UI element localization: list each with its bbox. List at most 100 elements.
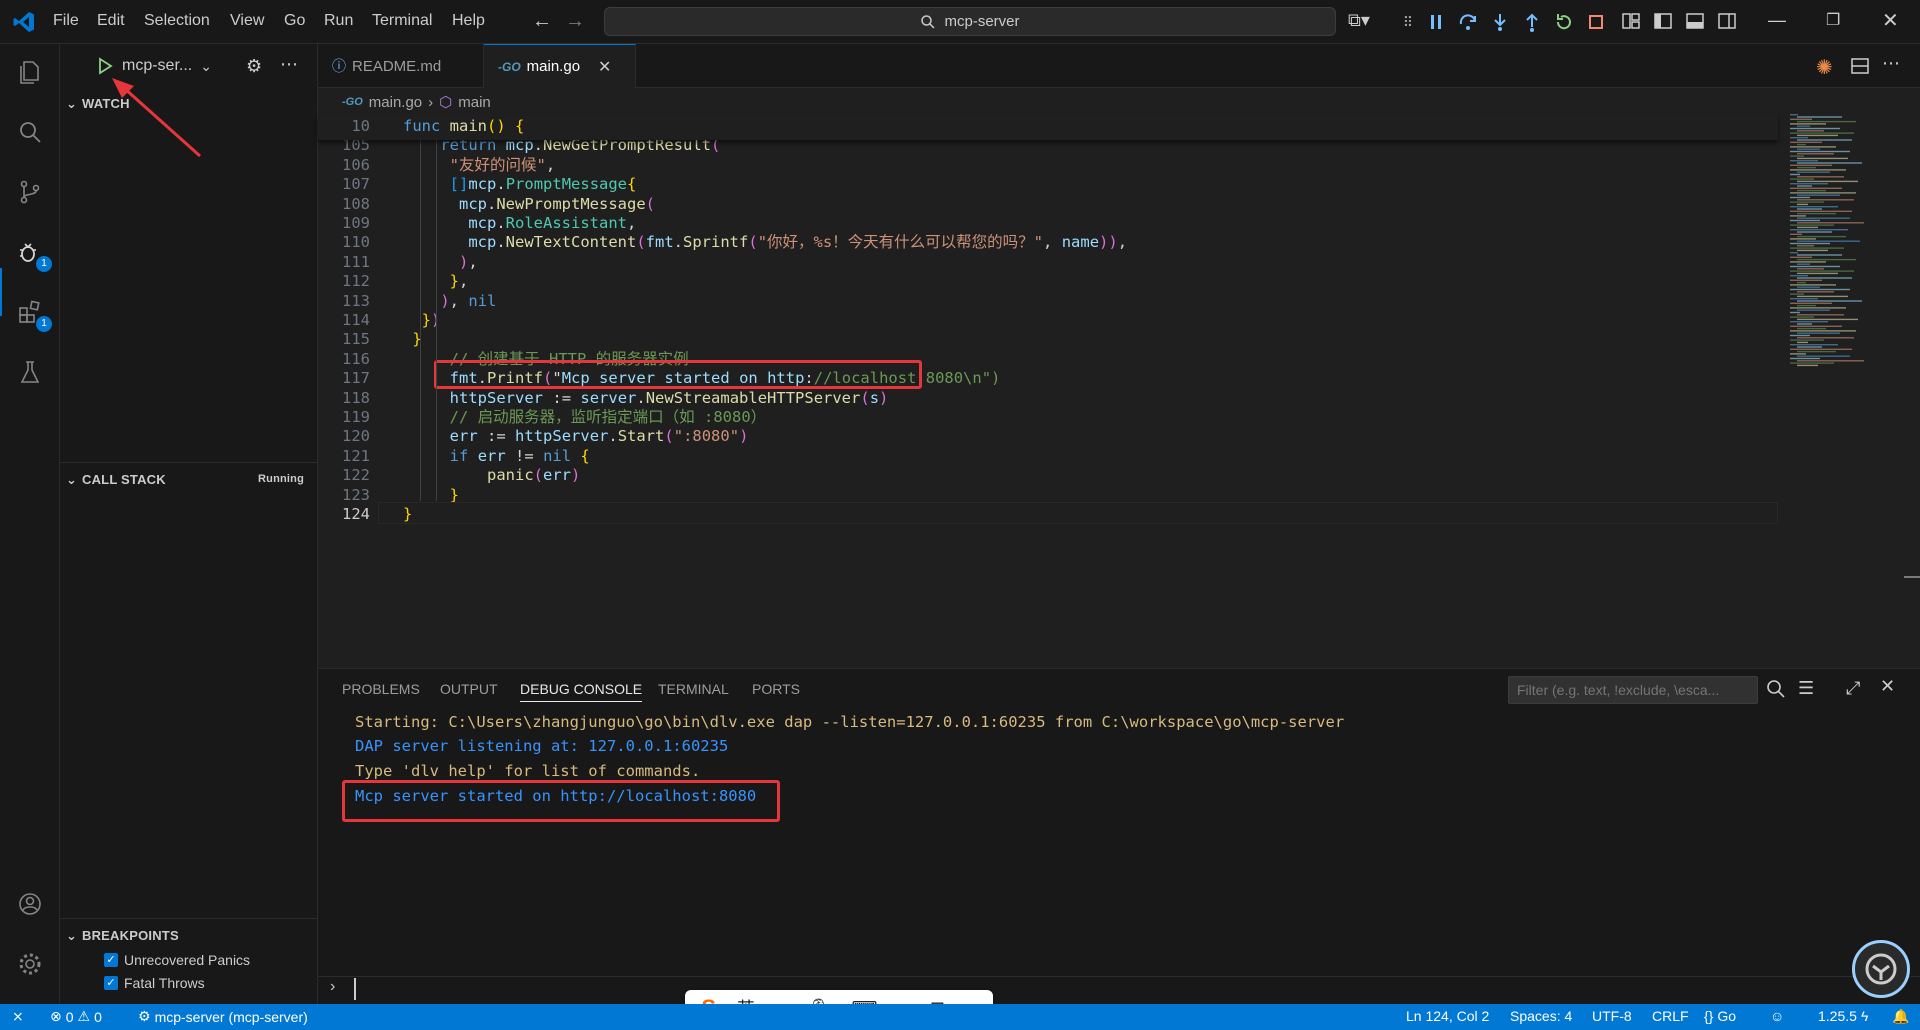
checkbox-checked-icon[interactable]: ✓ [104, 953, 118, 967]
toggle-primary-sidebar-icon[interactable] [1652, 10, 1674, 32]
panel-tab-output[interactable]: OUTPUT [440, 681, 498, 697]
breadcrumb-file[interactable]: main.go [369, 94, 422, 111]
search-icon[interactable] [1766, 679, 1786, 699]
more-actions-icon[interactable]: ⋯ [1882, 53, 1900, 74]
minimap-line [1790, 265, 1840, 268]
copilot-status-icon[interactable]: ☺ [1770, 1008, 1784, 1024]
panel-tab-ports[interactable]: PORTS [752, 681, 800, 697]
tab-readme[interactable]: ⓘ README.md [318, 44, 484, 88]
split-editor-icon[interactable] [1850, 56, 1870, 76]
sticky-scroll-line[interactable]: 10 func main() { [318, 114, 1778, 140]
panel-tab-terminal[interactable]: TERMINAL [658, 681, 729, 697]
code-editor[interactable]: 104 }105 return mcp.NewGetPromptResult(1… [318, 114, 1778, 634]
menu-run[interactable]: Run [324, 12, 353, 30]
chevron-down-icon[interactable]: ⌄ [200, 58, 212, 75]
toggle-panel-icon[interactable] [1684, 10, 1706, 32]
remote-indicator-icon[interactable]: ⨯ [12, 1008, 24, 1025]
minimap-line [1797, 360, 1864, 362]
copilot-sparkle-icon[interactable]: ✺ [1816, 55, 1833, 80]
minimize-icon[interactable]: — [1768, 10, 1786, 31]
call-stack-section-header[interactable]: ⌄ CALL STACK Running [60, 472, 318, 488]
minimap-line [1790, 160, 1818, 162]
step-over-icon[interactable] [1456, 10, 1480, 34]
command-center-search[interactable]: mcp-server [604, 7, 1336, 36]
step-into-icon[interactable] [1488, 10, 1512, 34]
breadcrumb-symbol[interactable]: main [458, 94, 491, 111]
run-debug-icon[interactable]: 1 [12, 234, 52, 272]
search-view-icon[interactable] [12, 114, 48, 150]
debug-badge: 1 [36, 256, 52, 272]
forward-arrow-icon[interactable]: → [565, 10, 585, 33]
menu-view[interactable]: View [230, 12, 264, 30]
minimap-line [1797, 300, 1862, 302]
menu-selection[interactable]: Selection [144, 12, 210, 30]
minimap-line [1790, 123, 1826, 125]
minimap-line [1790, 127, 1840, 130]
minimap[interactable] [1782, 110, 1902, 370]
minimap-line [1797, 272, 1838, 275]
restart-icon[interactable] [1552, 10, 1576, 34]
panel-tab-debug-console[interactable]: DEBUG CONSOLE [520, 681, 643, 702]
cursor-position[interactable]: Ln 124, Col 2 [1406, 1008, 1489, 1024]
language-mode[interactable]: {} Go [1704, 1008, 1736, 1024]
menu-file[interactable]: File [53, 12, 79, 30]
go-version[interactable]: 1.25.5 ϟ [1818, 1008, 1868, 1024]
drag-handle-icon[interactable]: ⠿ [1396, 10, 1420, 34]
console-input-cursor[interactable] [354, 978, 356, 1000]
line-ending[interactable]: CRLF [1652, 1008, 1689, 1024]
minimap-line [1790, 206, 1838, 208]
minimap-line [1797, 304, 1816, 307]
toggle-secondary-sidebar-icon[interactable] [1716, 10, 1738, 32]
run-config-label[interactable]: mcp-ser... [122, 57, 192, 75]
scrollbar-thumb[interactable] [1904, 576, 1920, 578]
minimap-line [1790, 238, 1816, 240]
source-control-icon[interactable] [12, 174, 48, 210]
restore-icon[interactable]: ❐ [1826, 10, 1840, 30]
minimap-line [1790, 252, 1798, 254]
menu-help[interactable]: Help [452, 12, 485, 30]
open-launch-json-gear-icon[interactable]: ⚙ [246, 56, 262, 77]
chevron-down-icon: ⌄ [66, 96, 78, 111]
explorer-icon[interactable] [12, 54, 48, 90]
customize-layout-icon[interactable] [1620, 10, 1642, 32]
breakpoint-item[interactable]: ✓ Unrecovered Panics [104, 952, 250, 968]
back-arrow-icon[interactable]: ← [532, 10, 552, 33]
extensions-icon[interactable]: 1 [12, 294, 52, 332]
clear-console-icon[interactable]: ☰ [1798, 678, 1814, 699]
console-filter-input[interactable] [1508, 676, 1758, 704]
start-debugging-icon[interactable] [96, 57, 114, 75]
step-out-icon[interactable] [1520, 10, 1544, 34]
stop-icon[interactable] [1584, 10, 1608, 34]
assistant-avatar-icon[interactable] [1852, 940, 1910, 998]
minimap-line [1790, 173, 1800, 176]
encoding[interactable]: UTF-8 [1592, 1008, 1632, 1024]
more-actions-icon[interactable]: ⋯ [280, 54, 298, 75]
breakpoint-label: Unrecovered Panics [124, 952, 251, 968]
tab-main-go[interactable]: -GO main.go ✕ [484, 44, 636, 88]
watch-section-header[interactable]: ⌄ WATCH [60, 96, 130, 112]
close-window-icon[interactable]: ✕ [1882, 8, 1899, 33]
minimap-line [1790, 150, 1850, 153]
breakpoint-item[interactable]: ✓ Fatal Throws [104, 975, 205, 991]
accounts-icon[interactable] [12, 886, 48, 922]
close-tab-icon[interactable]: ✕ [598, 57, 611, 77]
copilot-chat-icon[interactable]: ⧉▾ [1348, 10, 1370, 31]
testing-flask-icon[interactable] [12, 354, 48, 390]
minimap-line [1790, 141, 1822, 143]
minimap-line [1790, 275, 1808, 277]
settings-gear-icon[interactable] [12, 946, 48, 982]
panel-tab-problems[interactable]: PROBLEMS [342, 681, 420, 697]
chevron-right-icon: › [428, 93, 434, 111]
notifications-bell-icon[interactable]: 🔔 [1892, 1008, 1909, 1025]
problems-indicator[interactable]: ⊗ 0 ⚠ 0 [50, 1008, 102, 1025]
menu-terminal[interactable]: Terminal [372, 12, 432, 30]
close-panel-icon[interactable]: ✕ [1880, 676, 1895, 697]
pause-icon[interactable] [1424, 10, 1448, 34]
breakpoints-section-header[interactable]: ⌄ BREAKPOINTS [60, 928, 179, 944]
debug-target[interactable]: ⚙ mcp-server (mcp-server) [138, 1008, 308, 1025]
menu-go[interactable]: Go [284, 12, 305, 30]
maximize-panel-icon[interactable]: ⤢ [1846, 678, 1860, 699]
menu-edit[interactable]: Edit [97, 12, 125, 30]
checkbox-checked-icon[interactable]: ✓ [104, 976, 118, 990]
indentation[interactable]: Spaces: 4 [1510, 1008, 1572, 1024]
